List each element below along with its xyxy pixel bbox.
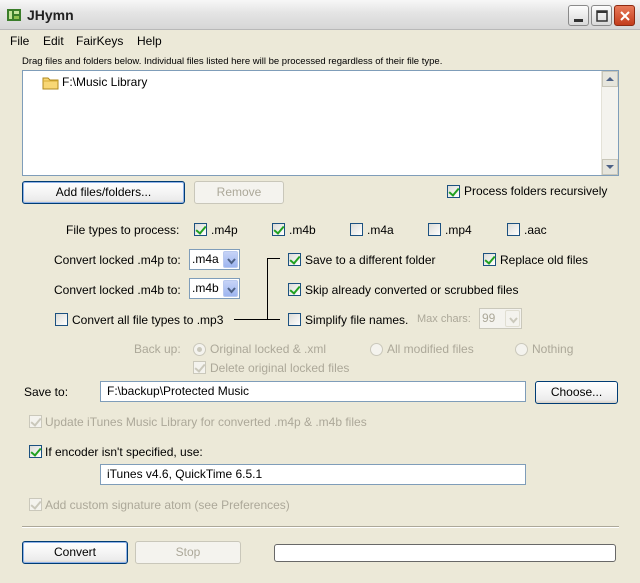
max-chars-label: Max chars: [417,313,471,325]
menu-edit[interactable]: Edit [43,34,64,48]
minimize-button[interactable] [568,5,589,26]
encoder-label: If encoder isn't specified, use: [45,445,203,459]
list-item-label: F:\Music Library [62,75,148,89]
jhymn-window: JHymn File Edit FairKeys Help Drag files… [0,0,640,583]
save-to-label: Save to: [24,385,69,399]
filetype-mp4-checkbox[interactable] [428,223,441,236]
choose-button[interactable]: Choose... [535,381,618,404]
convert-m4p-value: .m4a [192,252,219,266]
simplify-names-checkbox[interactable] [288,313,301,326]
progress-bar [274,544,616,562]
backup-original-label: Original locked & .xml [210,342,327,356]
arrow-up-icon [606,77,614,81]
convert-button[interactable]: Convert [22,541,128,564]
backup-all-label: All modified files [387,342,474,356]
folder-icon [42,77,59,90]
menu-bar: File Edit FairKeys Help [0,31,640,51]
scroll-up-button[interactable] [602,71,618,87]
replace-old-checkbox[interactable] [483,253,496,266]
chevron-down-icon [227,258,236,265]
update-itunes-checkbox[interactable] [29,415,42,428]
convert-m4b-label: Convert locked .m4b to: [54,283,181,297]
scroll-down-button[interactable] [602,159,618,175]
signature-checkbox[interactable] [29,498,42,511]
arrow-down-icon [606,165,614,169]
convert-m4p-select[interactable]: .m4a [189,249,240,270]
chevron-down-icon [509,317,518,324]
delete-original-label: Delete original locked files [210,361,350,375]
filetype-m4p-checkbox[interactable] [194,223,207,236]
option-bracket [267,258,280,320]
close-button[interactable] [614,5,635,26]
signature-label: Add custom signature atom (see Preferenc… [45,498,290,512]
dropdown-arrow [505,310,520,327]
encoder-checkbox[interactable] [29,445,42,458]
save-to-field[interactable]: F:\backup\Protected Music [100,381,526,402]
delete-original-checkbox[interactable] [193,361,206,374]
encoder-field[interactable]: iTunes v4.6, QuickTime 6.5.1 [100,464,526,485]
backup-all-radio[interactable] [370,343,383,356]
drop-hint: Drag files and folders below. Individual… [22,56,443,67]
convert-m4b-value: .m4b [192,281,219,295]
menu-help[interactable]: Help [137,34,162,48]
backup-label: Back up: [134,342,181,356]
convert-mp3-checkbox[interactable] [55,313,68,326]
different-folder-label: Save to a different folder [305,253,436,267]
filetype-aac-checkbox[interactable] [507,223,520,236]
file-list[interactable]: F:\Music Library [22,70,619,176]
different-folder-checkbox[interactable] [288,253,301,266]
dropdown-arrow [223,280,238,297]
max-chars-value: 99 [482,311,496,325]
filetype-mp4-label: .mp4 [445,223,472,237]
filetype-m4b-checkbox[interactable] [272,223,285,236]
separator [22,526,619,528]
convert-mp3-label: Convert all file types to .mp3 [72,313,224,327]
skip-converted-label: Skip already converted or scrubbed files [305,283,519,297]
chevron-down-icon [227,287,236,294]
maximize-button[interactable] [591,5,612,26]
update-itunes-label: Update iTunes Music Library for converte… [45,415,367,429]
remove-button[interactable]: Remove [194,181,284,204]
vertical-scrollbar[interactable] [601,71,618,175]
stop-button[interactable]: Stop [135,541,241,564]
window-title: JHymn [27,7,74,23]
filetype-aac-label: .aac [524,223,547,237]
simplify-names-label: Simplify file names. [305,313,409,327]
app-icon [7,9,21,21]
close-icon [620,11,630,21]
backup-nothing-radio[interactable] [515,343,528,356]
backup-nothing-label: Nothing [532,342,574,356]
backup-original-radio[interactable] [193,343,206,356]
file-types-label: File types to process: [66,223,180,237]
option-bracket-stub [234,319,267,320]
minimize-icon [574,19,583,22]
dropdown-arrow [223,251,238,268]
recursive-checkbox[interactable] [447,185,460,198]
replace-old-label: Replace old files [500,253,589,267]
max-chars-select[interactable]: 99 [479,308,522,329]
skip-converted-checkbox[interactable] [288,283,301,296]
filetype-m4b-label: .m4b [289,223,316,237]
filetype-m4a-label: .m4a [367,223,394,237]
add-files-button[interactable]: Add files/folders... [22,181,185,204]
convert-m4b-select[interactable]: .m4b [189,278,240,299]
menu-file[interactable]: File [10,34,29,48]
filetype-m4a-checkbox[interactable] [350,223,363,236]
filetype-m4p-label: .m4p [211,223,238,237]
maximize-icon [596,10,608,22]
convert-m4p-label: Convert locked .m4p to: [54,253,181,267]
recursive-label: Process folders recursively [464,184,608,198]
title-bar[interactable]: JHymn [0,0,640,30]
menu-fairkeys[interactable]: FairKeys [76,34,123,48]
